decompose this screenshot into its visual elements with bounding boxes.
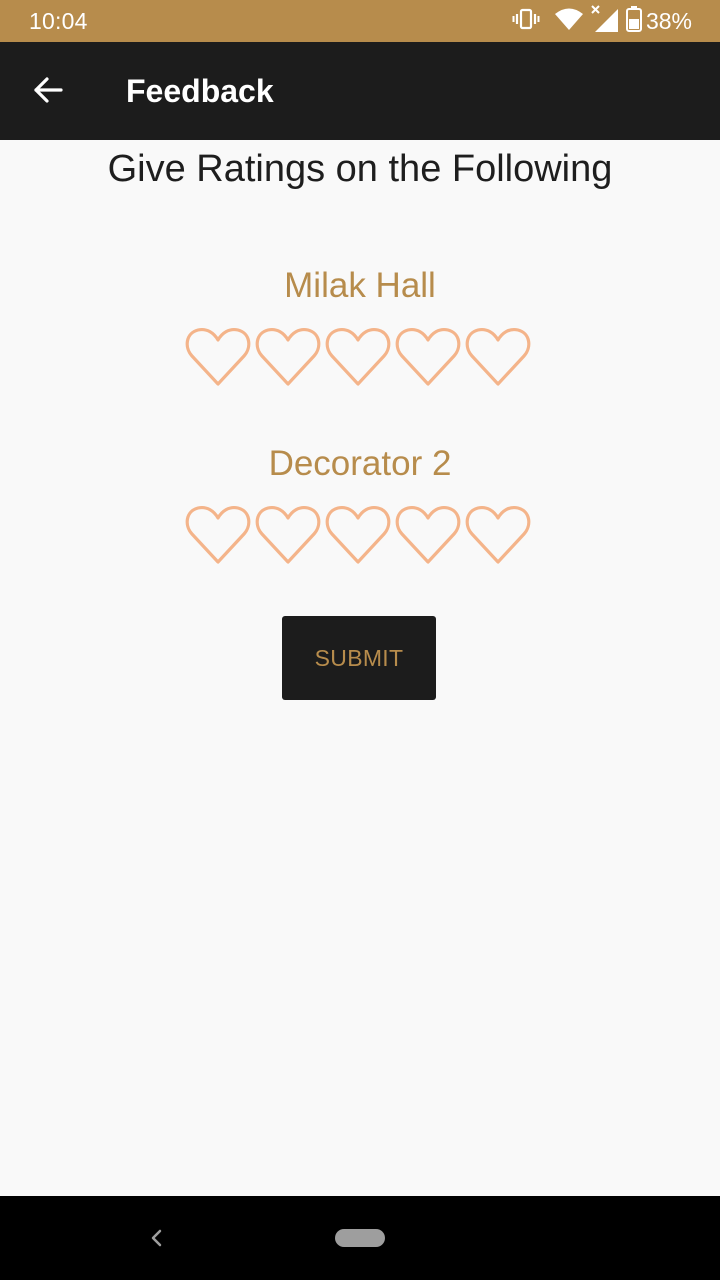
status-bar: 10:04 38% — [0, 0, 720, 42]
heart-icon[interactable] — [463, 500, 533, 570]
vibrate-icon — [512, 7, 540, 36]
signal-icon — [590, 4, 620, 38]
heart-icon[interactable] — [183, 322, 253, 392]
back-button[interactable] — [22, 66, 74, 118]
heart-icon[interactable] — [463, 322, 533, 392]
heart-icon[interactable] — [253, 500, 323, 570]
status-time: 10:04 — [29, 8, 88, 34]
heart-icon[interactable] — [323, 322, 393, 392]
heart-icon[interactable] — [393, 322, 463, 392]
heart-rating-bar[interactable] — [183, 500, 535, 570]
heart-icon[interactable] — [393, 500, 463, 570]
wifi-icon — [554, 7, 584, 36]
rating-label: Decorator 2 — [268, 444, 452, 483]
submit-button[interactable]: SUBMIT — [282, 616, 436, 700]
system-nav-bar — [0, 1196, 720, 1280]
nav-home-pill[interactable] — [335, 1229, 385, 1247]
page-heading: Give Ratings on the Following — [107, 148, 613, 190]
status-icons: 38% — [512, 4, 692, 38]
feedback-screen: 10:04 38% Feedback Give Ratings on the F… — [0, 0, 720, 1280]
rating-decorator-2: Decorator 2 — [0, 444, 720, 484]
nav-back-icon[interactable] — [140, 1222, 172, 1254]
heart-rating-bar[interactable] — [183, 322, 535, 392]
rating-milak-hall: Milak Hall — [0, 266, 720, 306]
app-title: Feedback — [126, 73, 274, 109]
app-bar: Feedback — [0, 42, 720, 140]
heart-icon[interactable] — [323, 500, 393, 570]
heart-icon[interactable] — [253, 322, 323, 392]
heart-icon[interactable] — [183, 500, 253, 570]
arrow-left-icon — [33, 76, 63, 109]
battery-percent: 38% — [645, 7, 692, 34]
battery-icon — [625, 5, 642, 37]
rating-label: Milak Hall — [284, 266, 436, 305]
